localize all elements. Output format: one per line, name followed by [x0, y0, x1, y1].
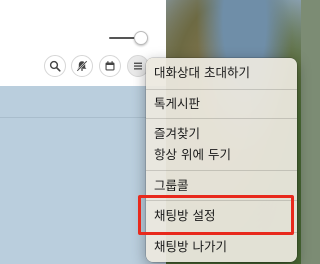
- menu-item-leave-chatroom[interactable]: 채팅방 나가기: [154, 238, 227, 255]
- menu-separator: [146, 170, 297, 171]
- chat-header-area: [0, 0, 166, 86]
- chat-divider: [0, 117, 150, 118]
- highlight-annotation: [138, 195, 294, 235]
- search-icon: [49, 60, 61, 72]
- notification-toggle-button[interactable]: [71, 55, 93, 77]
- menu-item-favorite[interactable]: 즐겨찾기: [154, 125, 200, 142]
- zoom-slider-knob[interactable]: [134, 31, 148, 45]
- menu-item-invite[interactable]: 대화상대 초대하기: [154, 64, 250, 81]
- search-button[interactable]: [44, 55, 66, 77]
- calendar-icon: [105, 61, 115, 71]
- menu-icon: [134, 62, 142, 70]
- menu-separator: [146, 89, 297, 90]
- calendar-button[interactable]: [99, 55, 121, 77]
- menu-item-group-call[interactable]: 그룹콜: [154, 177, 189, 194]
- menu-separator: [146, 118, 297, 119]
- menu-item-talk-board[interactable]: 톡게시판: [154, 95, 200, 112]
- menu-item-always-on-top[interactable]: 항상 위에 두기: [154, 146, 231, 163]
- chat-message-area: [0, 86, 166, 264]
- notification-off-icon: [76, 60, 88, 72]
